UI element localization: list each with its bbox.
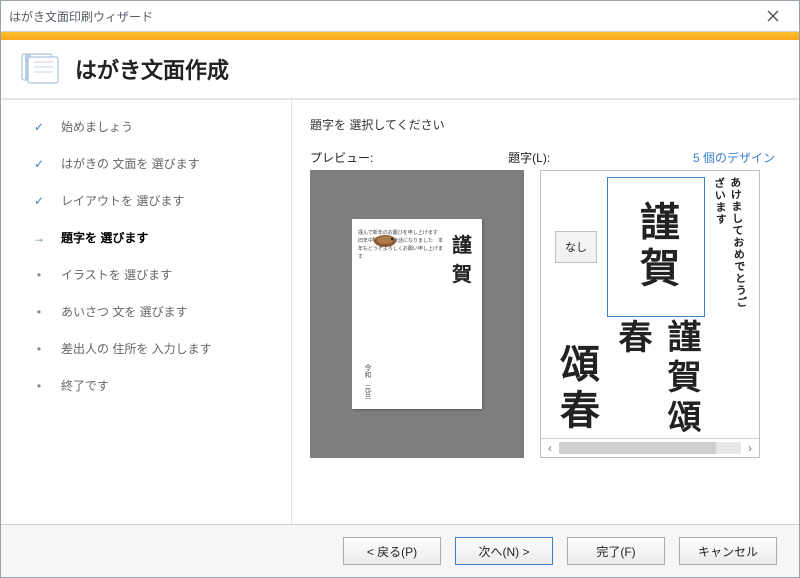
boar-illustration-icon <box>370 231 400 249</box>
steps-sidebar: ✓始めましょう ✓はがきの 文面を 選びます ✓レイアウトを 選びます →題字を… <box>1 100 291 524</box>
check-icon: ✓ <box>31 120 47 134</box>
scroll-track[interactable] <box>559 442 741 454</box>
daiji-picker: なし 謹賀 あけましておめでとうございます 頌春 謹賀頌春 <box>540 170 760 458</box>
back-button[interactable]: < 戻る(P) <box>343 537 441 565</box>
step-start: ✓始めましょう <box>31 118 281 135</box>
dot-icon: • <box>31 268 47 282</box>
header: はがき文面作成 <box>1 40 799 99</box>
design-count: 5 個のデザイン <box>693 149 775 166</box>
option-none[interactable]: なし <box>547 177 605 317</box>
wizard-icon <box>19 51 59 87</box>
window-title: はがき文面印刷ウィザード <box>9 8 153 25</box>
step-layout: ✓レイアウトを 選びます <box>31 192 281 209</box>
finish-button[interactable]: 完了(F) <box>567 537 665 565</box>
scroll-left-icon[interactable]: ‹ <box>541 441 559 455</box>
arrow-icon: → <box>31 231 47 245</box>
option-kinga-shoshun[interactable]: 謹賀頌春 <box>607 319 705 438</box>
preview-signature: 令和 元旦 <box>362 364 372 399</box>
titlebar: はがき文面印刷ウィザード <box>1 1 799 32</box>
option-shoshun[interactable]: 頌春 <box>547 319 605 438</box>
page-title: はがき文面作成 <box>75 53 229 85</box>
option-kinga[interactable]: 謹賀 <box>607 177 705 317</box>
close-icon <box>767 10 779 22</box>
panels: 謹んで新年のお慶びを申し上げます 旧年中は大変お世話になりました 本年もどうぞよ… <box>310 170 775 524</box>
none-label: なし <box>555 231 597 263</box>
option-akemashite[interactable]: あけましておめでとうございます <box>707 177 753 317</box>
brush-text: あけましておめでとうございます <box>710 176 749 317</box>
labels-row: プレビュー: 題字(L): 5 個のデザイン <box>310 149 775 166</box>
preview-card: 謹んで新年のお慶びを申し上げます 旧年中は大変お世話になりました 本年もどうぞよ… <box>352 219 482 409</box>
step-finish: •終了です <box>31 377 281 394</box>
ribbon <box>1 32 799 40</box>
step-greeting: •あいさつ 文を 選びます <box>31 303 281 320</box>
check-icon: ✓ <box>31 157 47 171</box>
content-area: 題字を 選択してください プレビュー: 題字(L): 5 個のデザイン 謹んで新… <box>291 100 799 524</box>
brush-text: 頌春 <box>547 343 605 435</box>
step-address: •差出人の 住所を 入力します <box>31 340 281 357</box>
step-daiji: →題字を 選びます <box>31 229 281 246</box>
body: ✓始めましょう ✓はがきの 文面を 選びます ✓レイアウトを 選びます →題字を… <box>1 99 799 524</box>
wizard-window: はがき文面印刷ウィザード はがき文面作成 ✓始めましょう ✓はがきの 文面を 選… <box>0 0 800 578</box>
step-illust: •イラストを 選びます <box>31 266 281 283</box>
step-bunmen: ✓はがきの 文面を 選びます <box>31 155 281 172</box>
footer: < 戻る(P) 次へ(N) > 完了(F) キャンセル <box>1 524 799 577</box>
cancel-button[interactable]: キャンセル <box>679 537 777 565</box>
next-button[interactable]: 次へ(N) > <box>455 537 553 565</box>
check-icon: ✓ <box>31 194 47 208</box>
preview-label: プレビュー: <box>310 149 373 166</box>
picker-label: 題字(L): <box>508 149 550 166</box>
preview-panel: 謹んで新年のお慶びを申し上げます 旧年中は大変お世話になりました 本年もどうぞよ… <box>310 170 524 458</box>
option-grid: なし 謹賀 あけましておめでとうございます 頌春 謹賀頌春 <box>541 171 759 438</box>
scroll-right-icon[interactable]: › <box>741 441 759 455</box>
dot-icon: • <box>31 342 47 356</box>
close-button[interactable] <box>755 4 791 28</box>
preview-title: 謹賀 <box>452 229 476 399</box>
dot-icon: • <box>31 305 47 319</box>
option-empty <box>707 319 753 438</box>
brush-text: 謹賀頌春 <box>607 319 705 438</box>
brush-text: 謹賀 <box>627 201 685 293</box>
dot-icon: • <box>31 379 47 393</box>
instruction-text: 題字を 選択してください <box>310 116 775 133</box>
picker-scrollbar[interactable]: ‹ › <box>541 438 759 457</box>
scroll-thumb[interactable] <box>559 442 716 454</box>
